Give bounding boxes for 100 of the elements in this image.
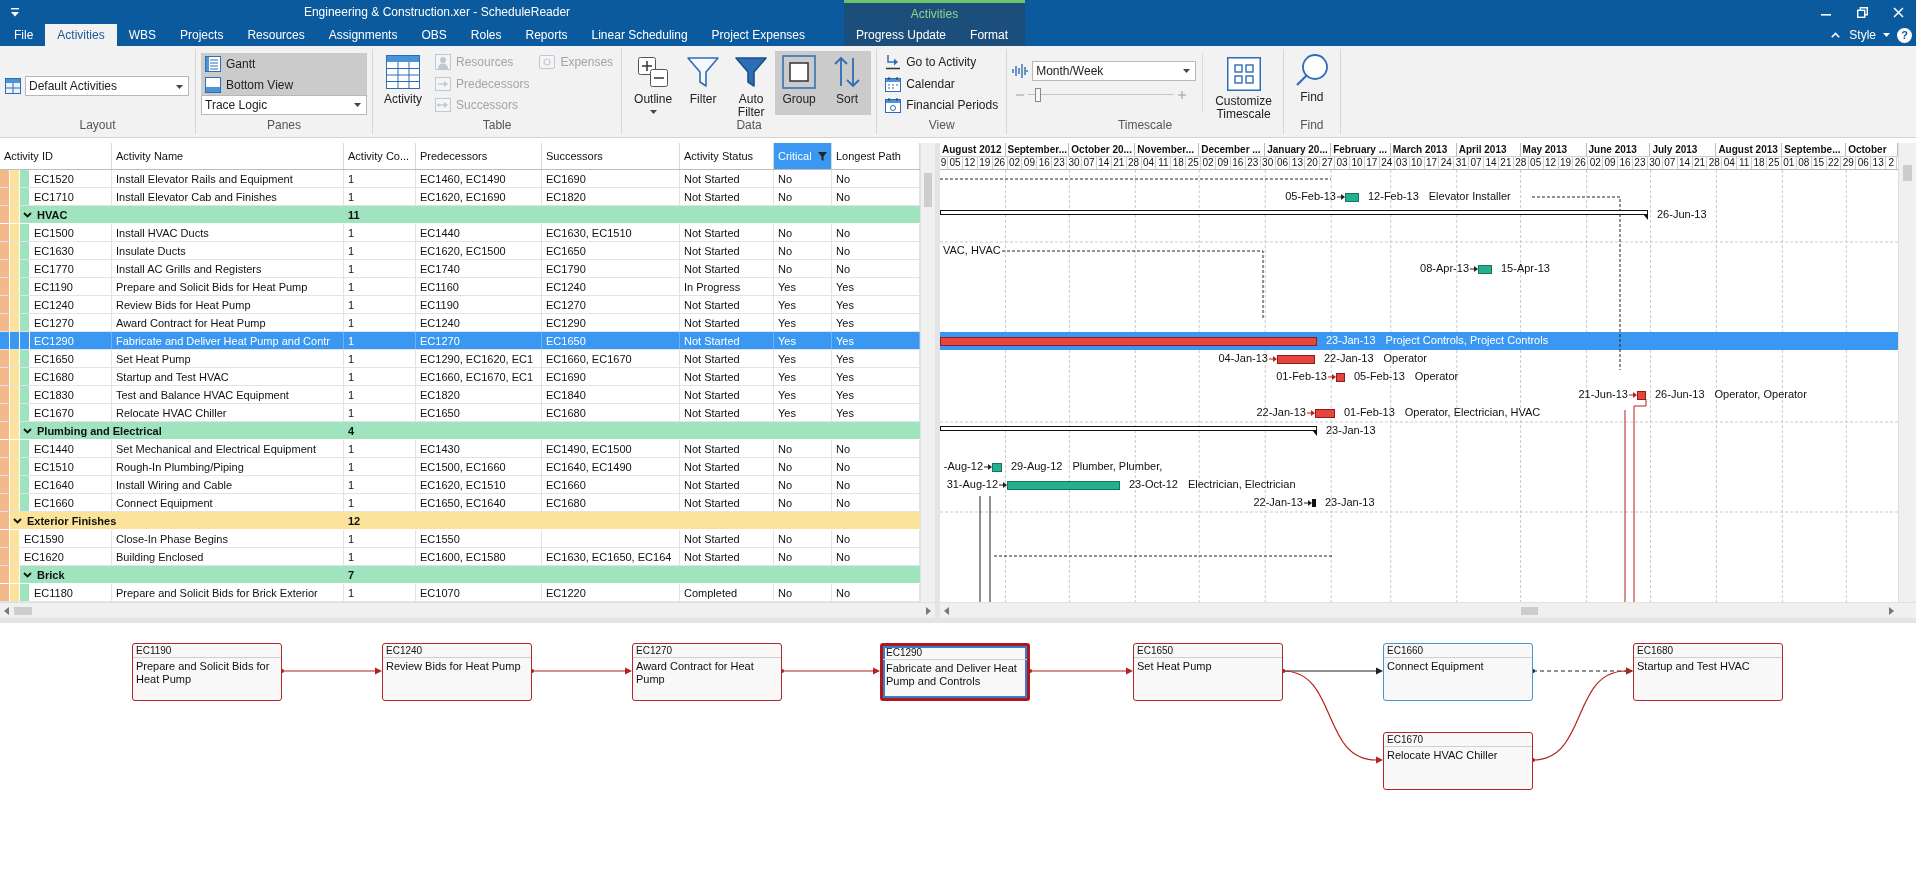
pane-toggle[interactable]: Gantt — [201, 53, 367, 74]
ribbon-tab[interactable]: Reports — [513, 24, 580, 46]
ribbon-button[interactable]: Group — [775, 51, 824, 115]
horizontal-scrollbar[interactable] — [0, 602, 935, 618]
bottom-panel-icon — [205, 76, 221, 93]
chevron-down-icon[interactable] — [23, 427, 32, 434]
column-header[interactable]: Activity Co... — [344, 143, 416, 169]
summary-bar[interactable] — [940, 210, 1648, 220]
task-bar[interactable] — [940, 337, 1317, 346]
timescale-dropdown[interactable]: Month/Week — [1032, 61, 1197, 81]
filter-icon[interactable] — [818, 151, 827, 161]
table-row[interactable]: EC1590 Close-In Phase Begins 1 EC1550 Not Started No No — [0, 530, 920, 548]
level-band — [0, 224, 10, 241]
table-row[interactable]: EC1830 Test and Balance HVAC Equipment 1 EC1820 EC1840 Not Started Yes Yes — [0, 386, 920, 404]
table-row[interactable]: EC1510 Rough-In Plumbing/Piping 1 EC1500, EC1660 EC1640, EC1490 Not Started No No — [0, 458, 920, 476]
chevron-down-icon[interactable] — [23, 571, 32, 578]
activity-node[interactable]: EC1290 Fabricate and Deliver Heat Pump and Controls — [880, 643, 1030, 701]
ribbon-tab[interactable]: File — [2, 24, 46, 46]
table-row[interactable]: EC1650 Set Heat Pump 1 EC1290, EC1620, EC1 EC1660, EC1670 Not Started Yes Yes — [0, 350, 920, 368]
ribbon-tab[interactable]: Assignments — [316, 24, 410, 46]
task-bar[interactable] — [1478, 265, 1492, 274]
activity-node[interactable]: EC1670 Relocate HVAC Chiller — [1383, 732, 1533, 790]
table-cell: EC1510 — [30, 458, 112, 475]
quick-access-menu-icon[interactable] — [10, 7, 20, 17]
plus-icon[interactable] — [1178, 91, 1187, 99]
week-header: 21 — [1692, 157, 1708, 169]
ribbon-tab[interactable]: WBS — [116, 24, 169, 46]
scrollbar-thumb[interactable] — [1521, 607, 1538, 615]
ribbon-button[interactable]: Activity — [378, 51, 428, 115]
ribbon-button[interactable]: Go to Activity — [882, 51, 1002, 73]
horizontal-scrollbar[interactable] — [940, 602, 1916, 618]
help-button[interactable]: ? — [1897, 27, 1912, 43]
find-button[interactable]: Find — [1288, 49, 1335, 113]
scroll-right-icon[interactable] — [1888, 606, 1894, 615]
task-bar[interactable] — [1336, 373, 1345, 382]
table-row[interactable]: EC1640 Install Wiring and Cable 1 EC1620, EC1510 EC1660 Not Started No No — [0, 476, 920, 494]
group-row[interactable]: Brick 7 — [0, 566, 920, 584]
scrollbar-thumb[interactable] — [1903, 165, 1912, 181]
scrollbar-thumb[interactable] — [14, 606, 32, 615]
ribbon-button[interactable]: Calendar — [882, 72, 1002, 95]
table-row[interactable]: EC1500 Install HVAC Ducts 1 EC1440 EC1630, EC1510 Not Started No No — [0, 224, 920, 242]
table-row[interactable]: EC1770 Install AC Grills and Registers 1 EC1740 EC1790 Not Started No No — [0, 260, 920, 278]
slider-thumb[interactable] — [1035, 88, 1042, 102]
scroll-left-icon[interactable] — [944, 606, 950, 615]
table-row[interactable]: EC1520 Install Elevator Rails and Equipment 1 EC1460, EC1490 EC1690 Not Started No No — [0, 170, 920, 188]
task-bar[interactable] — [1637, 391, 1646, 400]
column-header[interactable]: Successors — [542, 143, 680, 169]
scroll-left-icon[interactable] — [4, 606, 10, 615]
ribbon-button[interactable]: Outline — [627, 51, 680, 115]
table-row[interactable]: EC1190 Prepare and Solicit Bids for Heat Pump 1 EC1160 EC1240 In Progress Yes Yes — [0, 278, 920, 296]
ribbon-tab[interactable]: Linear Scheduling — [579, 24, 700, 46]
column-header[interactable]: Activity ID — [0, 143, 112, 169]
ribbon-tab[interactable]: Project Expenses — [699, 24, 817, 46]
task-bar[interactable] — [1277, 355, 1315, 364]
vertical-scrollbar[interactable] — [1898, 143, 1916, 602]
ribbon-button[interactable]: Customize Timescale — [1209, 53, 1278, 117]
chevron-down-icon[interactable] — [13, 517, 22, 524]
activity-node[interactable]: EC1680 Startup and Test HVAC — [1633, 643, 1783, 701]
column-header[interactable]: Predecessors — [416, 143, 542, 169]
ribbon-tab[interactable]: Resources — [235, 24, 317, 46]
activity-node[interactable]: EC1660 Connect Equipment — [1383, 643, 1533, 701]
task-bar[interactable] — [1315, 409, 1335, 418]
pane-toggle[interactable]: Bottom View — [201, 74, 367, 95]
activity-node[interactable]: EC1240 Review Bids for Heat Pump — [382, 643, 532, 701]
task-bar[interactable] — [992, 463, 1002, 472]
finish-date-label: 23-Jan-13 — [1325, 496, 1375, 509]
dependency-arrow — [1327, 374, 1336, 380]
group-row[interactable]: Plumbing and Electrical 4 — [0, 422, 920, 440]
summary-bar[interactable] — [940, 426, 1317, 436]
collapse-ribbon-button[interactable] — [1829, 32, 1843, 38]
minus-icon[interactable] — [1016, 91, 1025, 99]
group-row[interactable]: HVAC 11 — [0, 206, 920, 224]
vertical-scrollbar[interactable] — [920, 143, 935, 602]
activity-node[interactable]: EC1270 Award Contract for Heat Pump — [632, 643, 782, 701]
table-cell: Yes — [774, 368, 832, 385]
table-row[interactable]: EC1680 Startup and Test HVAC 1 EC1660, EC1670, EC1 EC1690 Not Started Yes Yes — [0, 368, 920, 386]
chevron-down-icon[interactable] — [23, 211, 32, 218]
table-row[interactable]: EC1440 Set Mechanical and Electrical Equipment 1 EC1430 EC1490, EC1500 Not Started No No — [0, 440, 920, 458]
task-bar[interactable] — [1007, 481, 1120, 490]
ribbon-button[interactable]: Filter — [679, 51, 728, 115]
task-bar[interactable] — [1345, 193, 1359, 202]
ribbon-button[interactable]: Financial Periods — [882, 94, 1002, 116]
ribbon-tab[interactable]: OBS — [409, 24, 459, 46]
table-row[interactable]: EC1630 Insulate Ducts 1 EC1620, EC1500 EC1650 Not Started No No — [0, 242, 920, 260]
milestone-marker[interactable] — [1312, 499, 1316, 507]
pane-dropdown[interactable]: Trace Logic — [201, 95, 367, 115]
ribbon-button[interactable]: Sort — [823, 51, 872, 115]
style-menu-button[interactable]: Style — [1847, 28, 1892, 42]
activity-node[interactable]: EC1190 Prepare and Solicit Bids for Heat Pump — [132, 643, 282, 701]
ribbon-tab[interactable]: Activities — [45, 24, 117, 46]
table-cell: Install HVAC Ducts — [112, 224, 344, 241]
column-header[interactable]: Activity Name — [112, 143, 344, 169]
scrollbar-thumb[interactable] — [924, 173, 932, 207]
ribbon-button[interactable]: Auto Filter — [727, 51, 776, 115]
ribbon-tab[interactable]: Roles — [458, 24, 514, 46]
activity-node[interactable]: EC1650 Set Heat Pump — [1133, 643, 1283, 701]
table-row[interactable]: EC1240 Review Bids for Heat Pump 1 EC1190 EC1270 Not Started Yes Yes — [0, 296, 920, 314]
layout-dropdown[interactable]: Default Activities — [25, 76, 189, 96]
scroll-right-icon[interactable] — [925, 606, 931, 615]
ribbon-tab[interactable]: Projects — [168, 24, 236, 46]
